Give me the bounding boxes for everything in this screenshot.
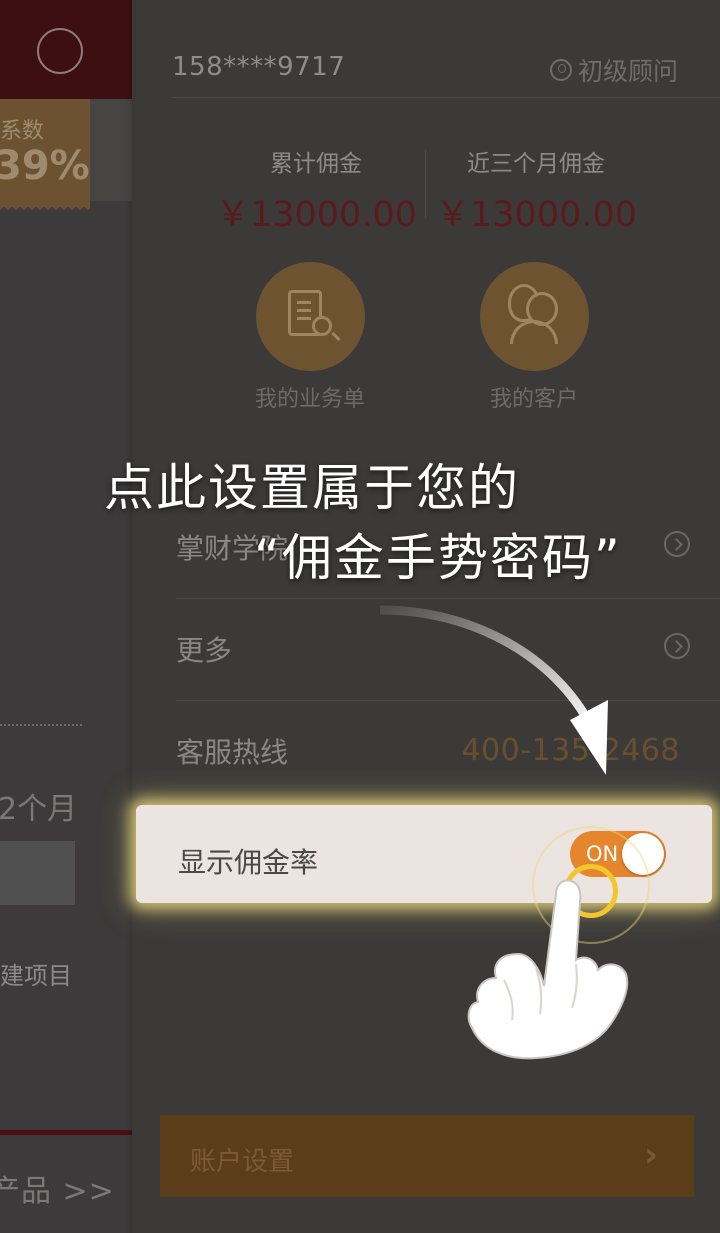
month-text: 2个月	[0, 792, 78, 827]
chevron-right-icon	[664, 633, 690, 659]
total-commission-value: ￥13000.00	[214, 195, 417, 235]
coefficient-label: 系数	[0, 119, 45, 144]
left-gray-button[interactable]	[0, 841, 75, 905]
my-orders-label: 我的业务单	[254, 387, 365, 412]
coefficient-value: 39%	[0, 143, 90, 189]
people-icon	[479, 262, 589, 371]
user-icon	[549, 59, 572, 81]
recent-commission: 近三个月佣金 ￥13000.00	[426, 144, 646, 237]
menu-item-more-label: 更多	[176, 634, 233, 667]
recent-commission-label: 近三个月佣金	[467, 151, 605, 177]
phone-number: 158****9717	[172, 52, 346, 82]
tutorial-hint-line2: “佣金手势密码”	[254, 529, 622, 587]
user-level: 初级顾问	[549, 52, 678, 88]
account-settings-button[interactable]: 账户设置 ›	[160, 1115, 694, 1197]
left-page: 系数 39% 2个月 建项目 产品 >>	[0, 0, 132, 1233]
my-customers-button[interactable]: 我的客户	[454, 262, 614, 413]
curved-arrow-icon	[380, 605, 608, 775]
total-commission-label: 累计佣金	[270, 151, 362, 177]
left-red-divider	[0, 1130, 132, 1135]
document-search-icon	[255, 262, 365, 371]
project-text: 建项目	[0, 962, 72, 990]
drawer-edge-shadow	[126, 0, 132, 1233]
recent-commission-value: ￥13000.00	[434, 195, 637, 235]
avatar-icon[interactable]	[37, 28, 83, 74]
left-header	[0, 0, 132, 99]
account-settings-label: 账户设置	[190, 1147, 295, 1177]
total-commission: 累计佣金 ￥13000.00	[206, 144, 426, 237]
menu-item-hotline-label: 客服热线	[176, 736, 289, 769]
chevron-right-icon	[664, 531, 690, 557]
show-commission-rate-label: 显示佣金率	[178, 846, 319, 879]
pointing-hand-icon	[467, 879, 629, 1060]
coefficient-ticket: 系数 39%	[0, 99, 90, 213]
user-level-label: 初级顾问	[577, 57, 678, 86]
dotted-divider	[0, 724, 82, 726]
products-link[interactable]: 产品 >>	[0, 1166, 115, 1210]
tutorial-hint-line1: 点此设置属于您的	[104, 459, 520, 517]
chevron-right-icon: ›	[643, 1135, 658, 1175]
header-divider	[172, 97, 720, 98]
my-customers-label: 我的客户	[489, 387, 578, 412]
my-orders-button[interactable]: 我的业务单	[230, 262, 390, 413]
